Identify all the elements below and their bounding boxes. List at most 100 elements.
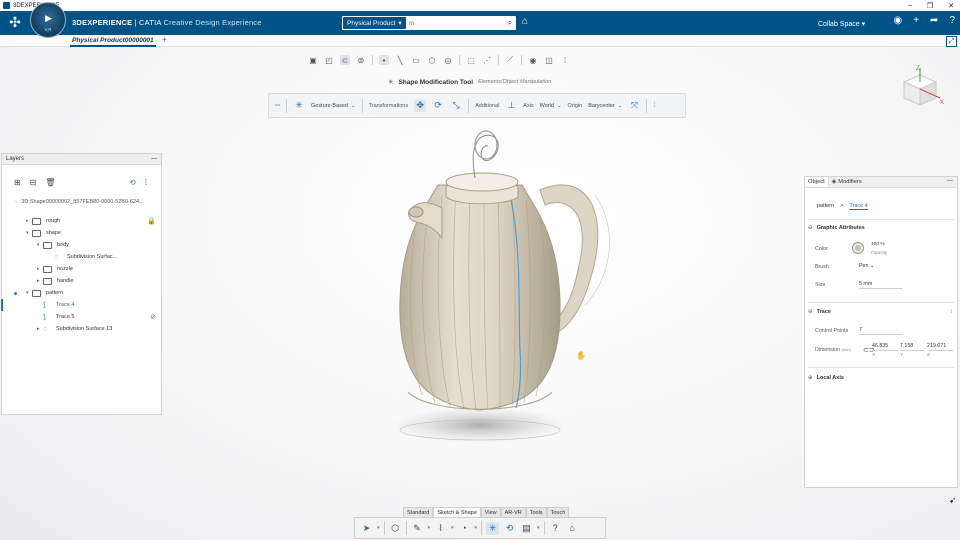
axis-system-icon[interactable]: ⊥ — [505, 100, 517, 112]
tag-icon[interactable]: ⌂ — [522, 16, 528, 27]
breadcrumb-current[interactable]: Trace.4 — [849, 203, 868, 210]
manipulator-options-icon[interactable]: ⤧ — [628, 100, 640, 112]
layer-tree-item[interactable]: ▸ ◌ Subdivision Surface.13 — [2, 323, 161, 335]
sync-icon[interactable]: ⟲ — [129, 178, 136, 187]
search-input[interactable] — [405, 17, 504, 29]
layer-tree-item[interactable]: ⟆ Trace.4 — [1, 299, 161, 311]
layer-tree-item[interactable]: ▾ shape — [2, 227, 161, 239]
face-filter-icon[interactable]: ▭ — [411, 55, 421, 65]
layer-tree-item[interactable]: ▸ nozzle — [2, 263, 161, 275]
breadcrumb-parent[interactable]: pattern — [817, 203, 834, 210]
compass-widget[interactable]: ▶ V,R — [30, 2, 66, 38]
help-icon[interactable]: ? — [949, 15, 955, 26]
new-layer-icon[interactable]: ⊞ — [14, 178, 21, 187]
tab-tools[interactable]: Tools — [525, 507, 547, 517]
local-axis-section[interactable]: ⊕ Local Axis — [808, 375, 954, 381]
tab-physical-product[interactable]: Physical Product00000001 — [70, 35, 156, 47]
edge-filter-icon[interactable]: ╲ — [395, 55, 405, 65]
selection-box-icon[interactable]: ⬚ — [466, 55, 476, 65]
primitive-cube-icon[interactable]: ⬡ — [389, 522, 402, 535]
more-icon[interactable]: ⁞ — [145, 178, 147, 187]
layer-tree-item[interactable]: ⟆ Trace.5 ⊘ — [2, 311, 161, 323]
tab-standard[interactable]: Standard — [403, 507, 434, 517]
tab-view[interactable]: View — [480, 507, 501, 517]
frame-icon[interactable]: ▣ — [308, 55, 318, 65]
rotate-icon[interactable]: ⟳ — [432, 100, 444, 112]
select-window-icon[interactable]: ◰ — [324, 55, 334, 65]
minimize-panel-icon[interactable]: — — [151, 156, 157, 162]
collab-space-dropdown[interactable]: Collab Space ▾ — [818, 20, 865, 28]
scale-icon[interactable]: ⤡ — [450, 100, 462, 112]
control-points-field[interactable]: 7 — [859, 327, 903, 335]
select-arrow-icon[interactable]: ➤ — [360, 522, 373, 535]
color-swatch[interactable] — [853, 243, 863, 253]
layer-tree-item[interactable]: ▸ handle — [2, 275, 161, 287]
tab-touch[interactable]: Touch — [546, 507, 570, 517]
help-icon[interactable]: ? — [549, 522, 562, 535]
display-mode-icon[interactable]: ◉ — [528, 55, 538, 65]
grip-handle[interactable]: ═ — [275, 102, 280, 109]
minimize-panel-icon[interactable]: — — [947, 178, 953, 184]
symmetry-icon[interactable]: ⟋ — [505, 55, 515, 65]
translate-icon[interactable]: ✥ — [414, 99, 427, 112]
search-icon[interactable]: ⌕ — [504, 18, 516, 28]
manipulator-tool-icon[interactable]: ✳ — [486, 521, 500, 535]
axis-dropdown[interactable]: World ⌄ — [540, 103, 562, 109]
more-icon[interactable]: ⁞ — [950, 309, 952, 315]
close-button[interactable]: ✕ — [948, 2, 954, 10]
chevron-down-icon[interactable]: ▾ — [537, 525, 540, 531]
sphere-tool-icon[interactable]: ◔ — [458, 522, 471, 535]
loop-filter-icon[interactable]: ◎ — [443, 55, 453, 65]
more-icon[interactable]: ⁞ — [560, 55, 570, 65]
search-scope-dropdown[interactable]: Physical Product ▾ — [343, 17, 406, 29]
chevron-down-icon[interactable]: ▾ — [475, 525, 478, 531]
dimension-x-field[interactable]: 46.835 — [872, 343, 898, 351]
layer-tree-item[interactable]: ▾ body — [2, 239, 161, 251]
ds-logo-icon[interactable]: ✣ — [6, 14, 24, 32]
curve-tool-icon[interactable]: ⌇ — [434, 522, 447, 535]
dimension-z-field[interactable]: 219.071 — [927, 343, 953, 351]
view-cube[interactable]: Z X — [890, 62, 946, 110]
size-field[interactable]: 5 mm — [859, 281, 903, 289]
layout-tool-icon[interactable]: ▤ — [520, 522, 533, 535]
cube-view-icon[interactable]: ◫ — [544, 55, 554, 65]
point-filter-icon[interactable]: • — [379, 55, 389, 65]
tab-sketch-shape[interactable]: Sketch & Shape — [433, 507, 481, 517]
add-tab-icon[interactable]: + — [162, 35, 167, 44]
pick-icon[interactable]: ⊚ — [356, 55, 366, 65]
resize-arrow-icon[interactable]: ➹ — [949, 495, 957, 506]
share-icon[interactable]: ➦ — [930, 15, 938, 26]
shape-edit-icon[interactable]: ⟲ — [503, 522, 516, 535]
tab-object[interactable]: Object — [805, 177, 829, 187]
chevron-down-icon[interactable]: ▾ — [428, 525, 431, 531]
cell-filter-icon[interactable]: ⬡ — [427, 55, 437, 65]
brush-dropdown[interactable]: Pen ⌄ — [859, 263, 874, 270]
trace-section[interactable]: ⊖ Trace ⁞ — [808, 309, 954, 315]
fullscreen-icon[interactable]: ⤢ — [946, 36, 957, 47]
hidden-eye-icon[interactable]: ⊘ — [150, 313, 156, 321]
tab-modifiers[interactable]: ◈ Modifiers — [829, 177, 865, 187]
sketch-pen-icon[interactable]: ✎ — [411, 522, 424, 535]
home-icon[interactable]: ⌂ — [566, 522, 579, 535]
lasso-icon[interactable]: ⊂ — [340, 55, 350, 65]
new-folder-icon[interactable]: ⊟ — [30, 178, 37, 187]
layers-root[interactable]: ◌ 3D Shape00000002_857FEB80-0000-52B0-62… — [14, 199, 144, 205]
restore-button[interactable]: ❐ — [927, 2, 933, 10]
lock-icon[interactable]: 🔒 — [147, 217, 156, 225]
chevron-down-icon[interactable]: ▾ — [377, 525, 380, 531]
dimension-y-field[interactable]: 7.158 — [900, 343, 924, 351]
layer-tree-item[interactable]: ▾ pattern — [2, 287, 161, 299]
grow-selection-icon[interactable]: ⋰ — [482, 55, 492, 65]
delete-icon[interactable]: 🗑 — [45, 178, 55, 187]
graphic-attributes-section[interactable]: ⊖ Graphic Attributes — [808, 225, 954, 231]
layer-tree-item[interactable]: ▸ rough 🔒 — [2, 215, 161, 227]
teapot-model[interactable] — [380, 120, 630, 460]
add-icon[interactable]: + — [913, 15, 919, 26]
gesture-mode-dropdown[interactable]: Gesture-Based ⌄ — [311, 103, 356, 109]
chevron-down-icon[interactable]: ▾ — [451, 525, 454, 531]
tab-ar-vr[interactable]: AR-VR — [500, 507, 526, 517]
origin-dropdown[interactable]: Barycenter ⌄ — [588, 103, 622, 109]
user-icon[interactable]: ◉ — [893, 15, 902, 26]
layer-tree-item[interactable]: ◌ Subdivision Surfac... — [2, 251, 161, 263]
more-icon[interactable]: ⁞ — [653, 102, 655, 109]
